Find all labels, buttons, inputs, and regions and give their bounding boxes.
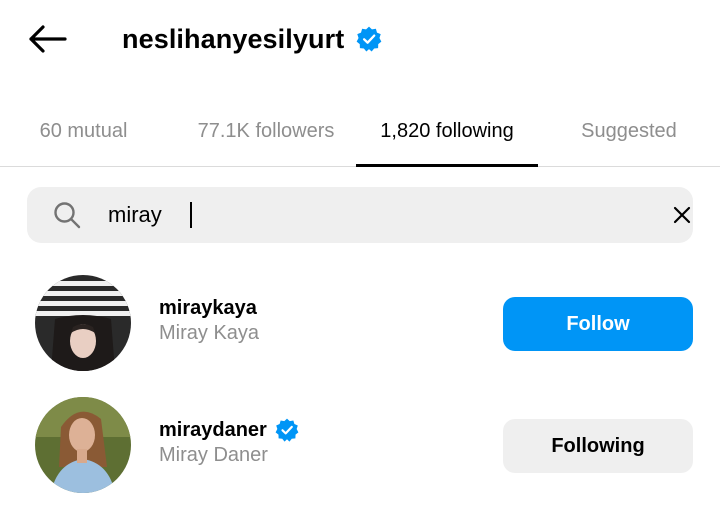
top-header: neslihanyesilyurt [0,0,720,80]
handle-line: miraykaya [159,295,259,321]
search-icon [54,202,81,229]
arrow-left-icon [29,25,67,53]
list-item[interactable]: miraydaner Miray Daner Following [0,397,720,497]
full-name: Miray Daner [159,444,268,466]
user-names: miraydaner Miray Daner [159,417,299,467]
avatar-image [35,275,131,371]
tab-followers[interactable]: 77.1K followers [178,96,354,167]
clear-search-button[interactable] [667,200,697,230]
search-bar [27,187,693,243]
following-button[interactable]: Following [503,419,693,473]
search-input[interactable] [107,195,627,235]
avatar[interactable] [35,275,131,371]
tab-following[interactable]: 1,820 following [356,96,538,167]
close-icon [673,206,691,224]
verified-badge-icon [356,26,382,52]
profile-tabs: 60 mutual 77.1K followers 1,820 followin… [0,96,720,167]
text-caret [190,202,192,228]
profile-title-wrap: neslihanyesilyurt [122,18,382,60]
list-item[interactable]: miraykaya Miray Kaya Follow [0,275,720,375]
username[interactable]: miraydaner [159,419,267,442]
user-names: miraykaya Miray Kaya [159,295,259,345]
active-tab-indicator [356,164,538,167]
follow-button[interactable]: Follow [503,297,693,351]
handle-line: miraydaner [159,417,299,443]
back-button[interactable] [24,18,70,60]
tab-suggested[interactable]: Suggested [548,96,710,167]
full-name: Miray Kaya [159,322,260,344]
tab-mutual[interactable]: 60 mutual [0,96,167,167]
avatar-image [35,397,131,493]
avatar[interactable] [35,397,131,493]
verified-badge-icon [275,418,299,442]
profile-username-title: neslihanyesilyurt [122,23,345,54]
username[interactable]: miraykaya [159,297,257,320]
